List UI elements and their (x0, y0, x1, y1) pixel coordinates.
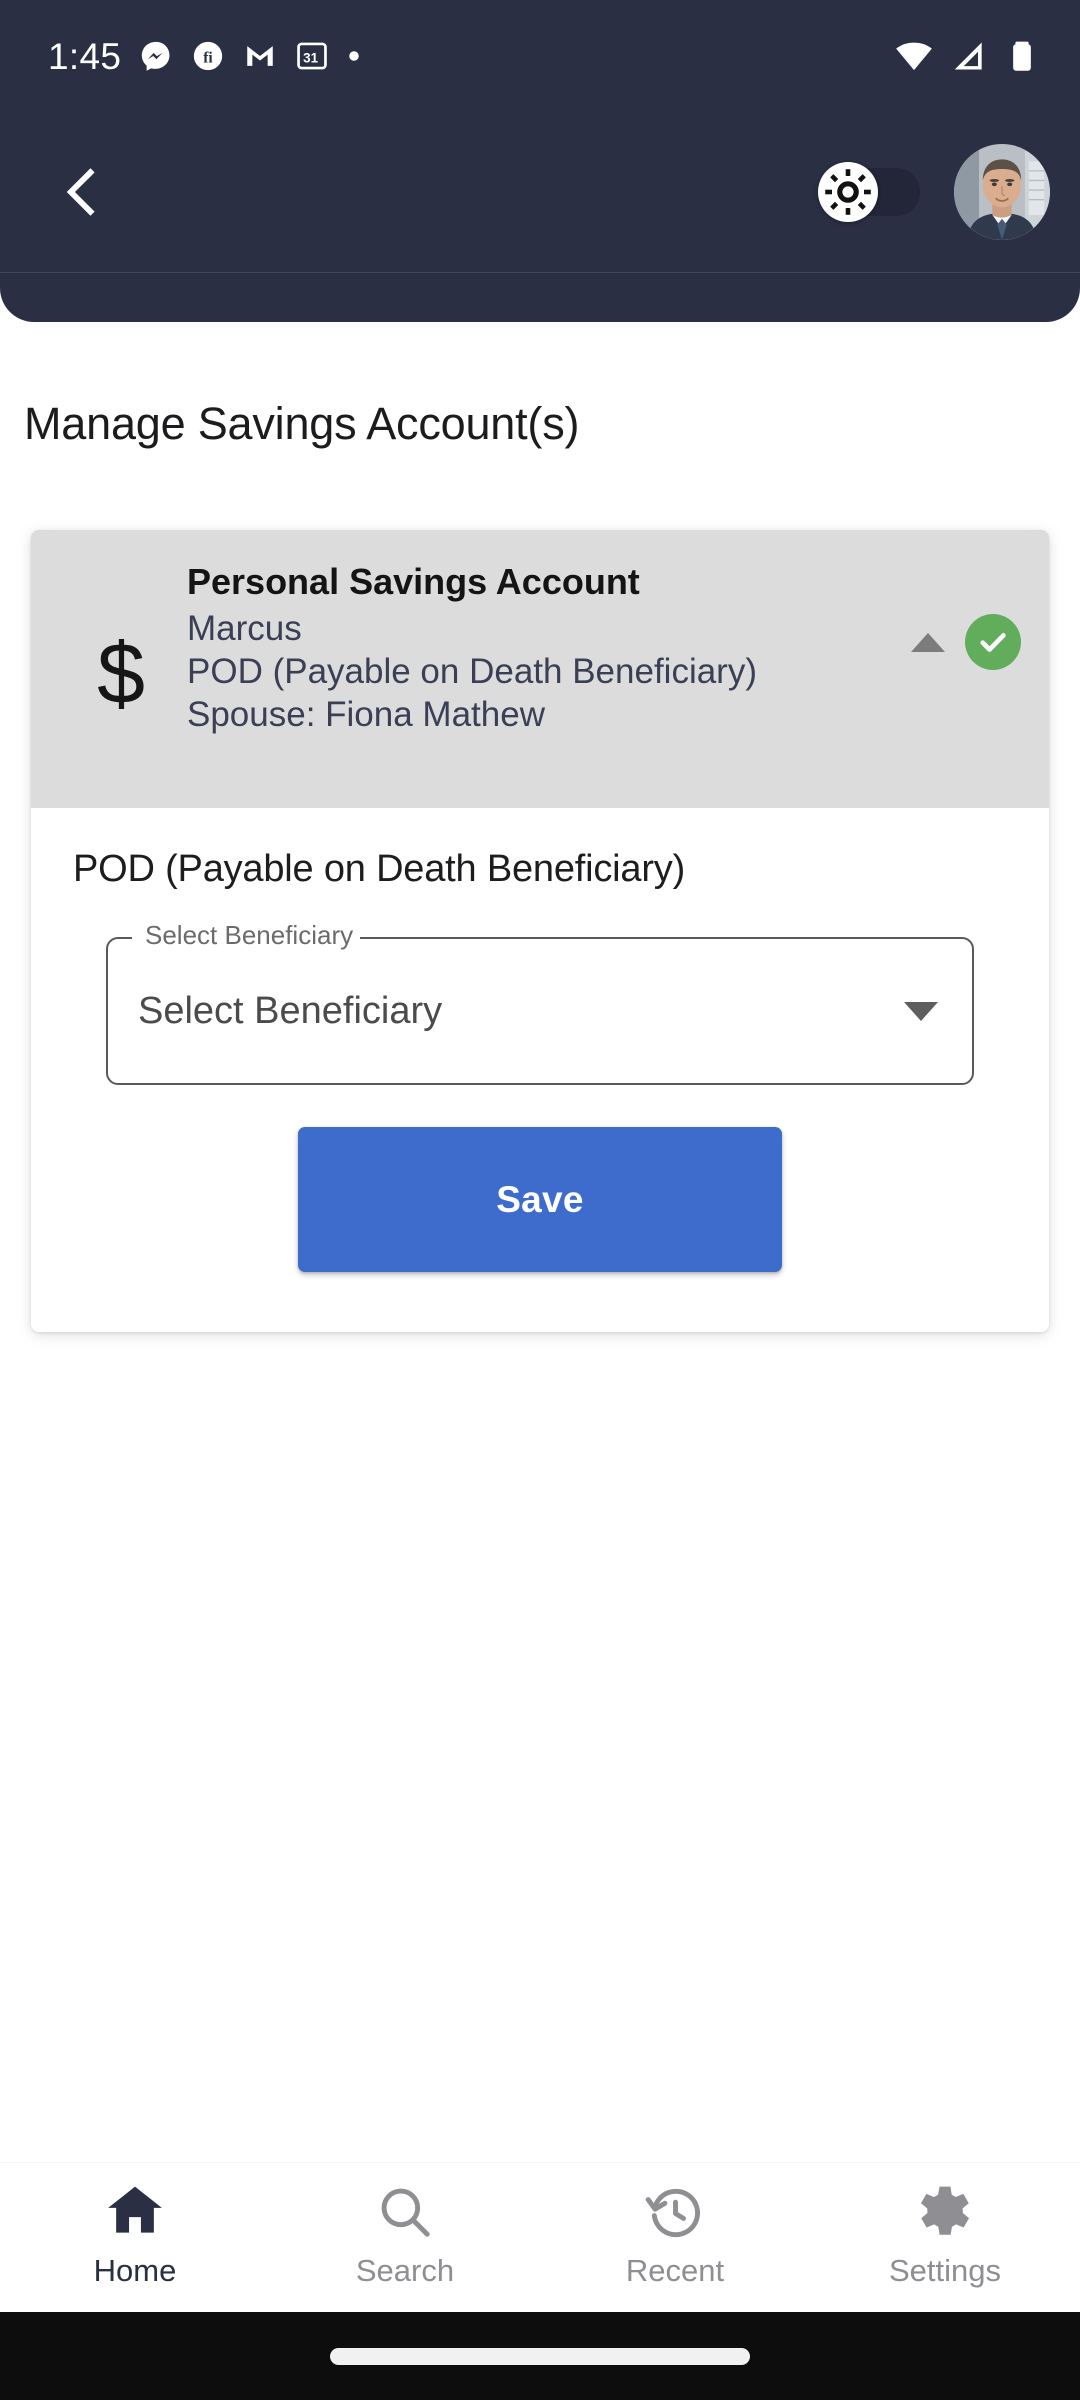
account-header-actions (911, 556, 1025, 670)
fi-circle-icon: fi (191, 39, 225, 73)
beneficiary-select-control[interactable]: Select Beneficiary (106, 937, 974, 1085)
messenger-icon (139, 39, 173, 73)
gear-icon (914, 2181, 976, 2243)
avatar-photo (954, 144, 1050, 240)
beneficiary-select-field[interactable]: Select Beneficiary Select Beneficiary (106, 920, 974, 1085)
gesture-home-pill[interactable] (330, 2347, 750, 2365)
app-bar: 1:45 fi 31 (0, 0, 1080, 322)
beneficiary-select-value: Select Beneficiary (138, 989, 443, 1032)
account-card-body: POD (Payable on Death Beneficiary) Selec… (31, 808, 1049, 1332)
system-gesture-area (0, 2312, 1080, 2400)
nav-label-search: Search (355, 2253, 455, 2288)
history-icon (644, 2181, 706, 2243)
status-bar-clock: 1:45 (48, 35, 122, 77)
check-circle-icon (965, 614, 1021, 670)
search-icon (374, 2181, 436, 2243)
save-button[interactable]: Save (298, 1127, 782, 1272)
beneficiary-field-label: Select Beneficiary (138, 920, 361, 951)
nav-label-recent: Recent (625, 2253, 725, 2288)
status-bar: 1:45 fi 31 (0, 0, 1080, 112)
dot-icon (347, 49, 361, 63)
svg-text:31: 31 (303, 51, 318, 66)
dollar-sign-icon: $ (55, 631, 187, 725)
caret-up-icon[interactable] (911, 632, 945, 652)
user-avatar[interactable] (954, 144, 1050, 240)
nav-item-settings[interactable]: Settings (810, 2181, 1080, 2286)
app-screen: 1:45 fi 31 Manage Savings Account(s) $ P… (0, 0, 1080, 2400)
battery-icon (1004, 38, 1040, 74)
sun-icon (824, 168, 872, 216)
calendar-31-icon: 31 (295, 39, 329, 73)
nav-item-home[interactable]: Home (0, 2181, 270, 2286)
account-line-2: POD (Payable on Death Beneficiary) (187, 651, 757, 691)
savings-account-card: $ Personal Savings Account Marcus POD (P… (31, 530, 1049, 1332)
nav-item-search[interactable]: Search (270, 2181, 540, 2286)
bottom-navigation-bar: Home Search Recent Settings (0, 2162, 1080, 2312)
home-icon (104, 2181, 166, 2243)
save-button-row: Save (73, 1127, 1007, 1272)
account-line-1: Marcus (187, 609, 302, 649)
account-line-3: Spouse: Fiona Mathew (187, 694, 545, 734)
account-card-header[interactable]: $ Personal Savings Account Marcus POD (P… (31, 530, 1049, 808)
svg-text:fi: fi (203, 50, 213, 67)
status-bar-left: 1:45 fi 31 (48, 38, 361, 75)
back-button[interactable] (40, 149, 126, 235)
nav-item-recent[interactable]: Recent (540, 2181, 810, 2286)
caret-down-icon (904, 1001, 938, 1021)
theme-toggle-knob (818, 162, 878, 222)
mail-icon (243, 39, 277, 73)
status-bar-right (894, 36, 1040, 76)
account-title: Personal Savings Account (187, 561, 640, 602)
dollar-glyph: $ (97, 626, 145, 722)
theme-mode-toggle[interactable] (818, 162, 920, 222)
nav-label-settings: Settings (888, 2253, 1001, 2288)
wifi-icon (894, 36, 934, 76)
back-chevron-icon (55, 164, 111, 220)
pod-section-title: POD (Payable on Death Beneficiary) (73, 848, 686, 890)
account-header-text: Personal Savings Account Marcus POD (Pay… (187, 556, 911, 736)
app-bar-divider (0, 272, 1080, 273)
app-bar-nav-row (0, 112, 1080, 272)
nav-label-home: Home (93, 2253, 177, 2288)
page-title: Manage Savings Account(s) (24, 398, 580, 449)
cellular-signal-icon (950, 37, 988, 75)
